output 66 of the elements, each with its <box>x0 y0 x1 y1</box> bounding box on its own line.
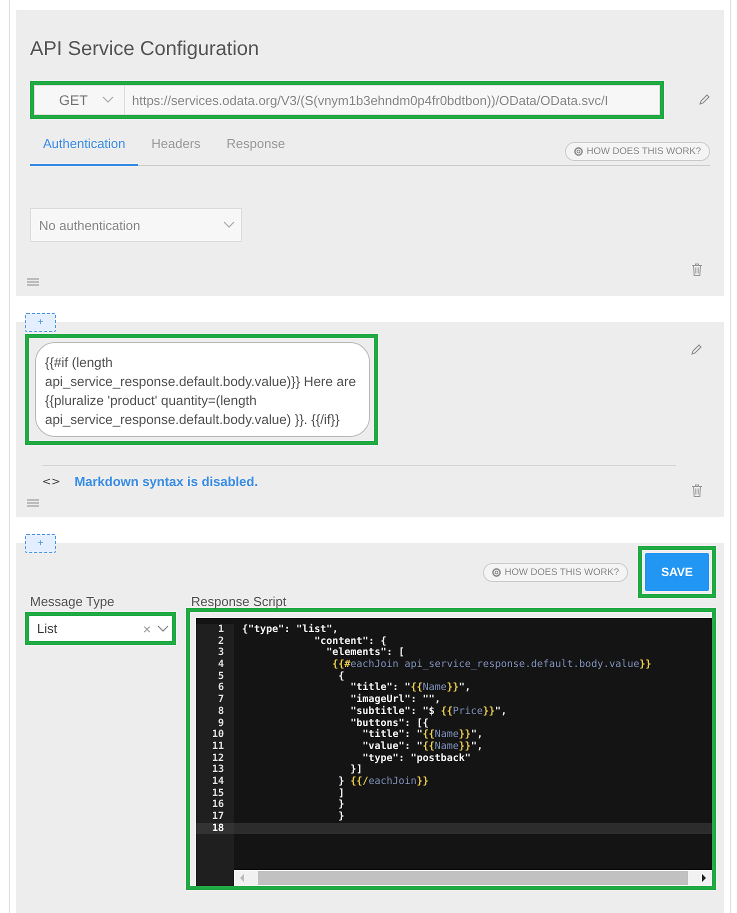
panel-title: API Service Configuration <box>30 38 260 61</box>
line-number: 1 <box>196 624 234 636</box>
line-number: 5 <box>196 670 234 682</box>
pencil-icon[interactable] <box>698 94 710 106</box>
line-number: 12 <box>196 752 234 764</box>
line-number: 9 <box>196 718 234 730</box>
drag-handle-icon[interactable] <box>27 499 39 507</box>
field-label: Message Type <box>30 594 116 609</box>
code-line: {{#eachJoin api_service_response.default.body.value}} <box>331 659 652 671</box>
code-icon: <> <box>42 475 60 488</box>
trash-icon[interactable] <box>691 484 703 497</box>
code-line: } <box>337 811 344 823</box>
line-number: 17 <box>196 811 234 823</box>
save-button[interactable]: SAVE <box>645 553 709 591</box>
code-line: {"type": "list", <box>241 624 338 636</box>
drag-handle-icon[interactable] <box>27 278 39 286</box>
code-line: "type": "postback" <box>361 752 471 764</box>
field-label: Response Script <box>191 594 288 609</box>
message-bubble[interactable]: {{#if (length api_service_response.default.body.value)}} Here are {{pluralize 'product' quantity=(length api_service_response.default.body.value) }}. {{/if}} <box>35 342 370 437</box>
add-button[interactable]: + <box>25 313 56 332</box>
horizontal-scrollbar[interactable] <box>234 870 712 886</box>
lifebuoy-icon <box>492 568 501 576</box>
help-button[interactable]: HOW DOES THIS WORK? <box>482 562 628 582</box>
line-number: 11 <box>196 740 234 753</box>
chevron-down-icon <box>157 624 169 632</box>
line-number: 3 <box>196 647 234 660</box>
line-number: 2 <box>196 636 234 648</box>
tab[interactable]: Authentication <box>30 124 138 166</box>
select-value: List <box>37 621 58 636</box>
code-line: "buttons": [{ <box>349 718 429 728</box>
line-number: 18 <box>196 822 234 834</box>
tab[interactable]: Headers <box>138 124 214 166</box>
line-number: 6 <box>196 682 234 694</box>
pencil-icon[interactable] <box>690 344 702 356</box>
lifebuoy-icon <box>574 146 583 156</box>
line-number: 7 <box>196 694 234 706</box>
code-line: "value": "{{Name}}", <box>361 740 483 753</box>
add-button[interactable]: + <box>25 534 56 553</box>
code-line: } {{/eachJoin}} <box>337 776 429 788</box>
code-line: "title": "{{Name}}", <box>361 729 483 741</box>
arrow-right-icon[interactable] <box>700 873 708 883</box>
code-line: "title": "{{Name}}", <box>349 682 471 694</box>
code-line: { <box>337 670 344 682</box>
line-number: 16 <box>196 799 234 811</box>
line-number: 4 <box>196 659 234 671</box>
trash-icon[interactable] <box>691 263 703 276</box>
code-line: "imageUrl": "", <box>349 694 441 706</box>
message-type-select[interactable]: List × <box>29 616 172 641</box>
clear-icon[interactable]: × <box>142 620 151 636</box>
line-number: 8 <box>196 706 234 718</box>
line-number: 13 <box>196 764 234 776</box>
code-line: "subtitle": "$ {{Price}}", <box>349 706 507 718</box>
code-line: } <box>337 799 344 811</box>
code-line: }] <box>349 764 362 776</box>
help-button[interactable]: HOW DOES THIS WORK? <box>564 142 710 160</box>
auth-select[interactable]: No authentication <box>30 208 242 242</box>
arrow-left-icon[interactable] <box>238 873 246 883</box>
code-line: "elements": [ <box>325 647 405 659</box>
markdown-note: Markdown syntax is disabled. <box>74 474 258 489</box>
line-number: 15 <box>196 788 234 800</box>
line-number: 14 <box>196 776 234 788</box>
tab[interactable]: Response <box>214 124 298 166</box>
line-number: 10 <box>196 729 234 741</box>
chevron-down-icon <box>223 221 235 229</box>
code-line: "content": { <box>313 636 386 647</box>
code-line: ] <box>337 788 344 799</box>
